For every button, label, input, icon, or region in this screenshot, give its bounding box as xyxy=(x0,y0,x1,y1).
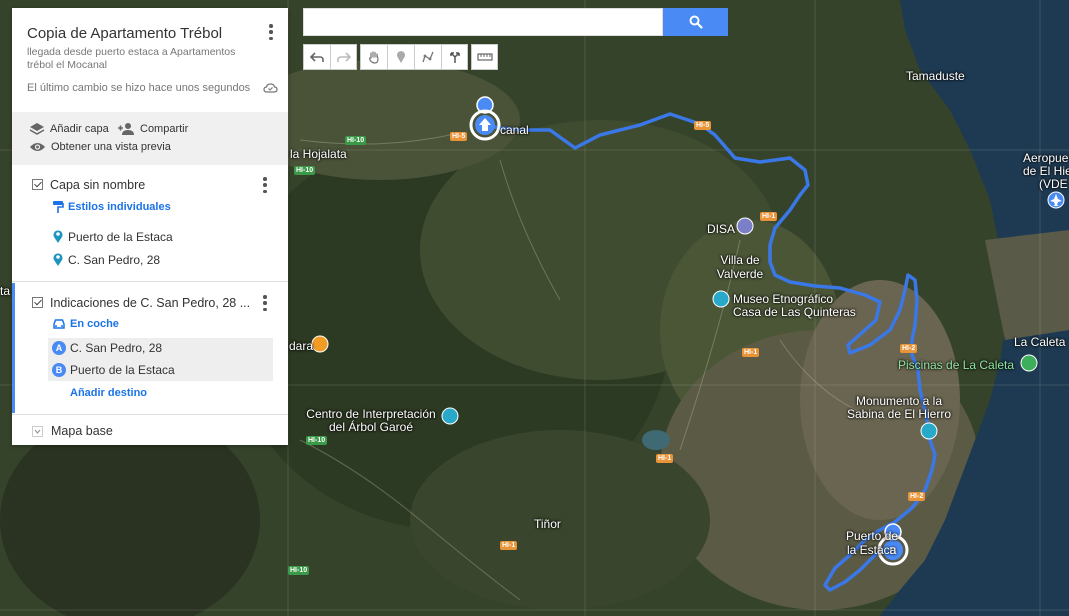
individual-styles-label: Estilos individuales xyxy=(68,201,171,213)
map-label-tamaduste: Tamaduste xyxy=(906,69,965,83)
teal-pin-icon xyxy=(53,253,63,266)
search-icon xyxy=(689,15,703,29)
map-description[interactable]: llegada desde puerto estaca a Apartament… xyxy=(27,46,252,72)
directions-icon xyxy=(449,52,460,63)
map-label-la-hojalata: la Hojalata xyxy=(290,147,347,161)
layer-1-options-menu-icon[interactable] xyxy=(257,176,273,194)
map-label-aeropuerto-3: (VDE xyxy=(1039,177,1068,191)
map-label-dara: dara xyxy=(289,339,314,353)
layer-divider xyxy=(12,281,288,282)
road-shield: HI-10 xyxy=(288,566,310,575)
road-shield: HI-5 xyxy=(450,132,468,141)
layer-1-item-label: Puerto de la Estaca xyxy=(68,229,173,244)
map-label-centro-2: del Árbol Garoé xyxy=(328,420,414,434)
draw-line-button[interactable] xyxy=(414,44,441,70)
layer-2-checkbox[interactable] xyxy=(32,297,43,308)
road-shield: HI-1 xyxy=(500,541,518,550)
poi-pin-piscinas[interactable] xyxy=(1020,354,1038,372)
travel-mode-link[interactable]: En coche xyxy=(52,318,119,330)
road-shield: HI-1 xyxy=(760,212,778,221)
redo-icon xyxy=(336,52,351,62)
route-stop-label: Puerto de la Estaca xyxy=(70,363,175,377)
map-label-valverde-2: Valverde xyxy=(716,267,764,281)
individual-styles-link[interactable]: Estilos individuales xyxy=(52,200,171,214)
layers-icon xyxy=(29,123,45,135)
add-destination-link[interactable]: Añadir destino xyxy=(70,387,147,399)
stop-letter-badge: A xyxy=(52,341,66,355)
layer-1-item-san-pedro[interactable]: C. San Pedro, 28 xyxy=(52,252,160,267)
map-label-left-edge: ta xyxy=(0,284,11,298)
poi-pin-museo[interactable] xyxy=(712,290,730,308)
add-directions-button[interactable] xyxy=(441,44,468,70)
add-person-icon xyxy=(118,123,134,135)
search-input[interactable] xyxy=(303,8,663,36)
road-shield: HI-10 xyxy=(294,166,316,175)
map-title[interactable]: Copia de Apartamento Trébol xyxy=(27,25,222,42)
redo-button[interactable] xyxy=(330,44,357,70)
layer-divider xyxy=(12,414,288,415)
road-shield: HI-10 xyxy=(345,136,367,145)
poi-pin-disa[interactable] xyxy=(736,217,754,235)
map-label-piscinas: Piscinas de La Caleta xyxy=(898,358,1015,372)
road-shield: HI-5 xyxy=(694,121,712,130)
add-layer-button[interactable]: Añadir capa xyxy=(29,122,109,136)
ruler-icon xyxy=(476,53,493,61)
layer-2-title[interactable]: Indicaciones de C. San Pedro, 28 ... xyxy=(50,296,250,310)
map-label-mocanal: canal xyxy=(500,123,529,137)
road-shield: HI-2 xyxy=(900,344,918,353)
route-stop-label: C. San Pedro, 28 xyxy=(70,341,163,355)
map-editor-panel: Copia de Apartamento Trébol llegada desd… xyxy=(12,8,288,445)
map-label-monumento-2: Sabina de El Hierro xyxy=(846,407,952,421)
road-shield: HI-2 xyxy=(908,492,926,501)
layer-1-item-puerto[interactable]: Puerto de la Estaca xyxy=(52,229,173,244)
marker-icon xyxy=(397,51,405,63)
add-layer-label: Añadir capa xyxy=(50,123,109,135)
poi-pin-centro[interactable] xyxy=(441,407,459,425)
share-label: Compartir xyxy=(140,123,189,135)
map-label-puerto-2: la Estaca xyxy=(847,543,897,557)
map-options-menu-icon[interactable] xyxy=(263,23,279,41)
select-tool-button[interactable] xyxy=(360,44,387,70)
poi-pin-restaurant[interactable] xyxy=(311,335,329,353)
hand-icon xyxy=(369,51,379,64)
travel-mode-label: En coche xyxy=(70,318,119,330)
paint-roller-icon xyxy=(53,201,64,213)
car-icon xyxy=(53,319,65,329)
layer-1-checkbox[interactable] xyxy=(32,179,43,190)
panel-actions: Añadir capa Compartir Obtener una vista … xyxy=(12,112,288,165)
add-marker-button[interactable] xyxy=(387,44,414,70)
draw-line-icon xyxy=(422,51,434,63)
map-label-valverde-1: Villa de xyxy=(720,253,760,267)
map-label-la-caleta: La Caleta xyxy=(1014,335,1066,349)
preview-label: Obtener una vista previa xyxy=(51,141,171,153)
route-stop-a[interactable]: A C. San Pedro, 28 xyxy=(52,341,162,355)
last-change-text: El último cambio se hizo hace unos segun… xyxy=(27,82,251,94)
undo-button[interactable] xyxy=(303,44,330,70)
expand-caret-icon[interactable] xyxy=(32,426,43,437)
road-shield: HI-1 xyxy=(742,348,760,357)
eye-icon xyxy=(30,143,45,151)
layer-2-options-menu-icon[interactable] xyxy=(257,294,273,312)
map-label-tinor: Tiñor xyxy=(534,517,561,531)
search-button[interactable] xyxy=(663,8,728,36)
route-stop-b[interactable]: B Puerto de la Estaca xyxy=(52,363,175,377)
undo-icon xyxy=(310,52,324,62)
selected-layer-indicator xyxy=(12,283,15,413)
layer-1-title[interactable]: Capa sin nombre xyxy=(50,178,145,192)
share-button[interactable]: Compartir xyxy=(117,122,188,136)
road-shield: HI-1 xyxy=(656,454,674,463)
teal-pin-icon xyxy=(53,230,63,243)
stop-letter-badge: B xyxy=(52,363,66,377)
cloud-saved-icon xyxy=(263,83,278,93)
preview-button[interactable]: Obtener una vista previa xyxy=(29,141,171,153)
map-label-museo-2: Casa de Las Quinteras xyxy=(733,305,856,319)
road-shield: HI-10 xyxy=(306,436,328,445)
airport-icon[interactable] xyxy=(1047,191,1065,209)
measure-button[interactable] xyxy=(471,44,498,70)
layer-1-item-label: C. San Pedro, 28 xyxy=(68,252,161,267)
map-label-puerto-1: Puerto de xyxy=(846,529,899,543)
map-label-disa: DISA xyxy=(707,222,736,236)
base-map-title[interactable]: Mapa base xyxy=(51,424,113,438)
poi-pin-monumento[interactable] xyxy=(920,422,938,440)
